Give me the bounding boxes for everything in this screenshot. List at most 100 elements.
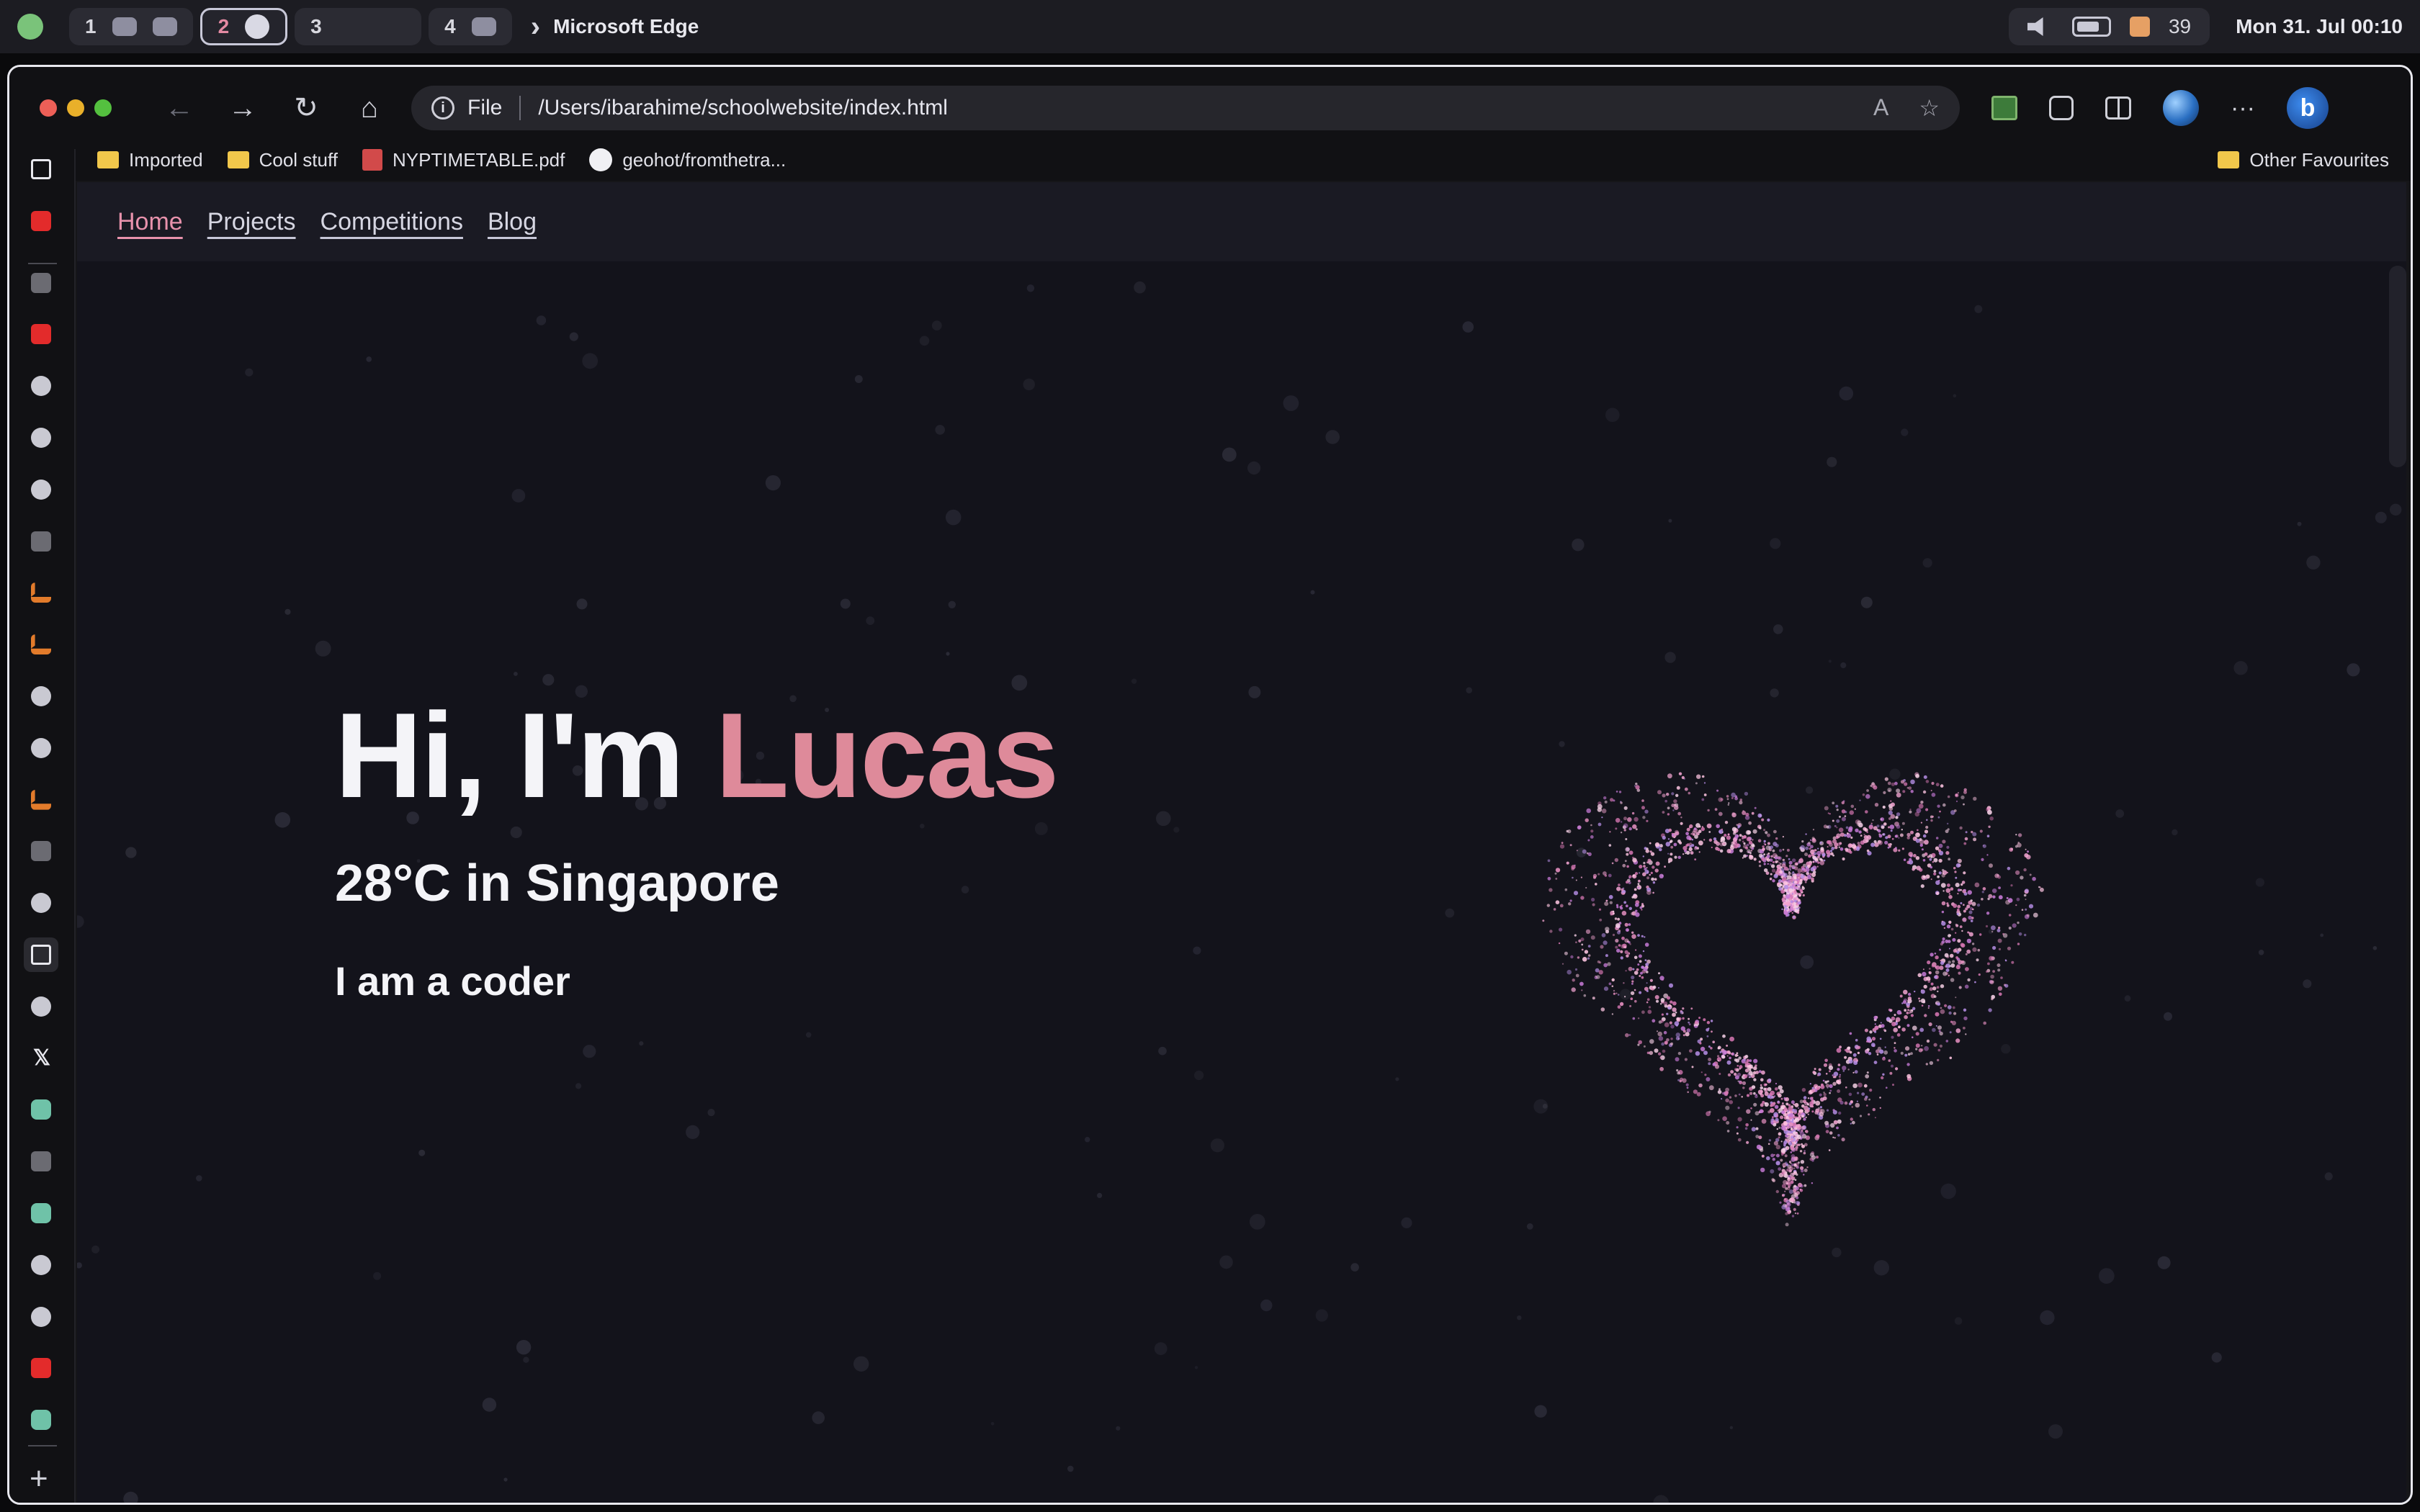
profile-globe-icon[interactable] (2163, 90, 2199, 126)
heart-particle (1783, 873, 1788, 878)
address-url[interactable]: /Users/ibarahime/schoolwebsite/index.htm… (538, 96, 948, 120)
nav-competitions[interactable]: Competitions (321, 208, 463, 236)
heart-particle (1932, 986, 1937, 991)
more-options-icon[interactable]: ··· (2231, 94, 2255, 122)
reload-button[interactable]: ↻ (284, 86, 328, 130)
sidebar-tab-android-icon[interactable] (31, 1410, 51, 1431)
heart-particle (1951, 1020, 1956, 1025)
heart-particle (1928, 1022, 1932, 1027)
sidebar-tab-openai-icon[interactable] (31, 841, 51, 862)
sidebar-tab-page-icon[interactable] (31, 945, 51, 965)
favourite-imported[interactable]: Imported (97, 149, 203, 171)
favourite-cool-stuff[interactable]: Cool stuff (227, 149, 338, 171)
heart-particle (1811, 1097, 1814, 1099)
heart-particle (1811, 872, 1816, 878)
sidebar-tab-github-icon[interactable] (31, 1306, 51, 1327)
sidebar-tab-github-icon[interactable] (31, 737, 51, 758)
heart-particle (1988, 1008, 1992, 1012)
bing-copilot-icon[interactable]: b (2286, 87, 2329, 129)
package-icon[interactable] (2129, 17, 2150, 37)
heart-particle (1942, 868, 1945, 872)
site-info-icon[interactable]: i (431, 96, 454, 120)
sidebar-tab-github-icon[interactable] (31, 996, 51, 1017)
speaker-icon[interactable] (2027, 17, 2043, 36)
workspace-3[interactable]: 3 (295, 8, 422, 45)
heart-particle (1674, 855, 1677, 859)
heart-particle (1924, 840, 1929, 845)
extension-icon[interactable] (1991, 96, 2017, 120)
new-tab-plus-icon[interactable]: + (30, 1461, 48, 1497)
heart-particle (1688, 847, 1693, 852)
favourite-geohot[interactable]: geohot/fromthetra... (589, 148, 786, 171)
workspace-4[interactable]: 4 (429, 8, 512, 45)
heart-particle (1793, 906, 1795, 909)
sidebar-tab-stackoverflow-icon[interactable] (31, 582, 51, 603)
zoom-window-button[interactable] (94, 99, 112, 117)
heart-particle (1790, 1126, 1792, 1128)
heart-particle (1591, 897, 1595, 902)
favorite-star-icon[interactable]: ☆ (1919, 94, 1940, 122)
apple-menu-icon[interactable] (17, 14, 43, 40)
clock[interactable]: Mon 31. Jul 00:10 (2236, 15, 2403, 38)
heart-particle (1601, 816, 1603, 819)
sidebar-tab-stackoverflow-icon[interactable] (31, 634, 51, 655)
home-button[interactable]: ⌂ (348, 86, 391, 130)
close-window-button[interactable] (40, 99, 57, 117)
heart-particle (1554, 872, 1557, 875)
sidebar-tab-chatgpt-icon[interactable] (31, 1099, 51, 1120)
workspace-1[interactable]: 1 (69, 8, 193, 45)
split-screen-icon[interactable] (2105, 96, 2131, 120)
sidebar-tab-stackoverflow-icon[interactable] (31, 789, 51, 810)
heart-particle (1800, 1184, 1803, 1188)
workspace-2[interactable]: 2 (200, 8, 288, 45)
heart-particle (1881, 1024, 1885, 1028)
heart-particle (1966, 938, 1972, 944)
heart-particle (1775, 1153, 1780, 1158)
heart-particle (1955, 996, 1957, 999)
sidebar-tab-youtube-icon[interactable] (31, 210, 51, 231)
sidebar-tab-github-icon[interactable] (31, 1254, 51, 1275)
sidebar-tab-github-icon[interactable] (31, 686, 51, 706)
heart-particle (1703, 1050, 1708, 1056)
page-scrollbar[interactable] (2389, 266, 2406, 467)
heart-particle (1933, 858, 1938, 863)
heart-particle (1746, 837, 1752, 842)
background-particle (945, 509, 962, 526)
minimize-window-button[interactable] (67, 99, 84, 117)
sidebar-tab-tabs-icon[interactable] (31, 159, 51, 179)
sidebar-tab-x-icon[interactable]: 𝕏 (31, 1047, 53, 1068)
sidebar-tab-github-icon[interactable] (31, 893, 51, 914)
heart-particle (1735, 1058, 1740, 1063)
other-favourites[interactable]: Other Favourites (2218, 149, 2389, 171)
heart-particle (1783, 1107, 1788, 1111)
heart-particle (1926, 976, 1931, 981)
sidebar-tab-feather-icon[interactable] (31, 1203, 51, 1223)
sidebar-tab-wikipedia-icon[interactable] (31, 1151, 51, 1172)
nav-blog[interactable]: Blog (488, 208, 537, 236)
read-aloud-icon[interactable]: A (1873, 94, 1888, 122)
heart-particle (1637, 883, 1640, 886)
sidebar-tab-youtube-icon[interactable] (31, 324, 51, 345)
sidebar-tab-github-icon[interactable] (31, 376, 51, 397)
extensions-icon[interactable] (2049, 96, 2074, 120)
heart-particle (1800, 1160, 1805, 1164)
sidebar-tab-chrome-icon[interactable] (31, 272, 51, 293)
sidebar-tab-youtube-icon[interactable] (31, 1358, 51, 1379)
address-bar[interactable]: i File /Users/ibarahime/schoolwebsite/in… (411, 86, 1960, 130)
nav-home[interactable]: Home (117, 208, 183, 236)
sidebar-tab-apple-icon[interactable] (31, 531, 51, 552)
sidebar-tab-github-icon[interactable] (31, 428, 51, 448)
heart-particle (1671, 834, 1675, 837)
favourite-timetable-pdf[interactable]: NYPTIMETABLE.pdf (362, 149, 565, 171)
heart-particle (1662, 793, 1666, 798)
heart-particle (1643, 1045, 1646, 1048)
heart-particle (1749, 1087, 1751, 1089)
back-button[interactable]: ← (158, 86, 201, 130)
sidebar-tab-github-icon[interactable] (31, 479, 51, 500)
heart-particle (1654, 1048, 1659, 1053)
battery-icon[interactable] (2071, 17, 2111, 37)
nav-projects[interactable]: Projects (207, 208, 296, 236)
forward-button[interactable]: → (221, 86, 264, 130)
status-pill[interactable]: 39 (2008, 8, 2210, 45)
heart-particle (1780, 1158, 1783, 1162)
